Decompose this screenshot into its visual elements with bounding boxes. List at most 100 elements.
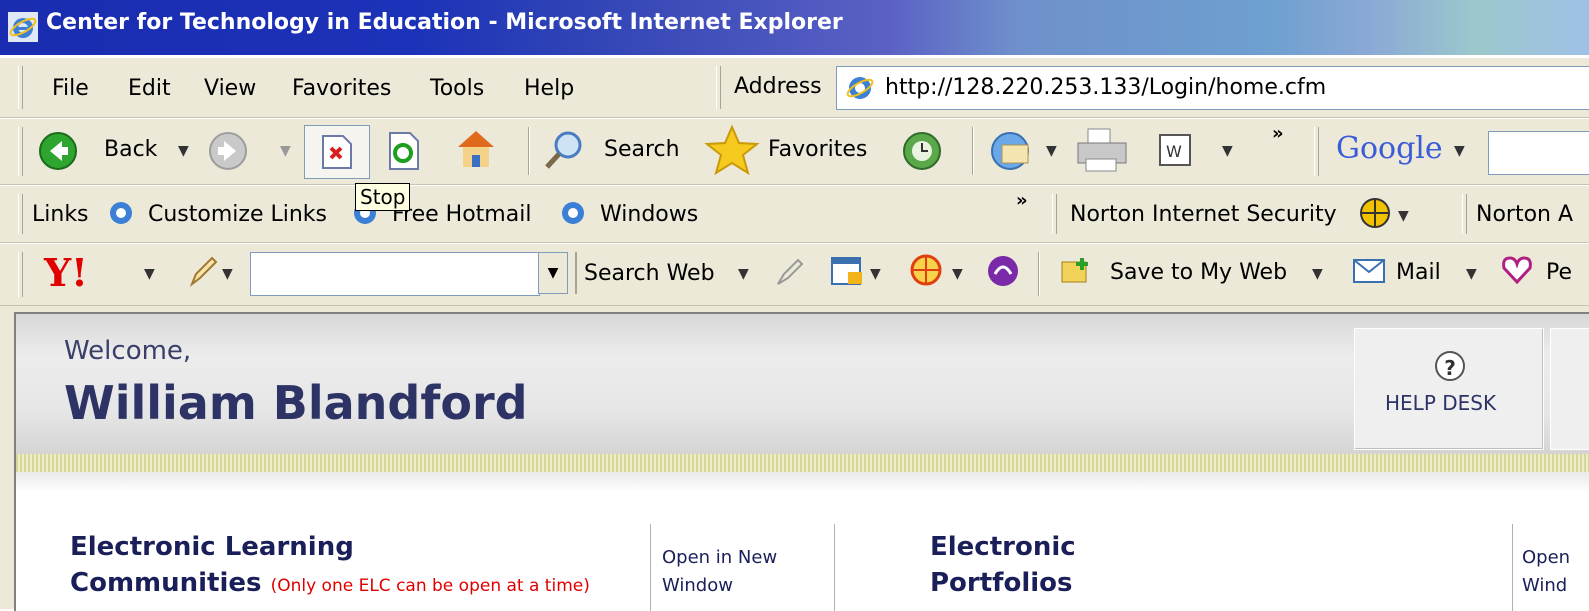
link-customize-links[interactable]: Customize Links — [148, 202, 327, 227]
favorites-button-label[interactable]: Favorites — [768, 137, 867, 162]
banner-stripe — [16, 454, 1589, 472]
google-search-input[interactable] — [1488, 131, 1589, 175]
mail-icon[interactable] — [990, 129, 1036, 173]
headphones-icon[interactable] — [986, 254, 1020, 288]
elc-open-new-window-link[interactable]: Open in New Window — [662, 544, 777, 600]
menu-favorites[interactable]: Favorites — [292, 76, 391, 101]
favorites-star-icon[interactable] — [704, 125, 760, 175]
help-desk-button[interactable]: ? HELP DESK — [1354, 328, 1544, 450]
mail-dropdown-icon[interactable]: ▼ — [1466, 266, 1477, 282]
back-button-label[interactable]: Back — [104, 137, 157, 162]
yahoo-toolbar: Y! ▼ ▼ ▼ Search Web ▼ ▼ ▼ Save to My Web… — [0, 243, 1589, 306]
refresh-icon[interactable] — [386, 131, 420, 171]
norton-globe-icon[interactable] — [1358, 196, 1392, 230]
back-icon[interactable] — [38, 131, 78, 171]
welcome-text: Welcome, — [64, 336, 192, 366]
yahoo-search-history-dropdown[interactable]: ▼ — [538, 252, 568, 294]
norton-dropdown-icon[interactable]: ▼ — [1398, 208, 1409, 224]
forward-icon[interactable] — [208, 131, 248, 171]
menu-help[interactable]: Help — [524, 76, 574, 101]
toolbar-grip[interactable] — [1462, 194, 1467, 234]
edit-dropdown-icon[interactable]: ▼ — [1222, 143, 1233, 159]
home-icon[interactable] — [454, 127, 498, 171]
elc-title-line2: Communities (Only one ELC can be open at… — [70, 568, 590, 598]
pencil-dropdown-icon[interactable]: ▼ — [222, 266, 233, 282]
help-icon: ? — [1435, 351, 1465, 381]
forward-dropdown-icon[interactable]: ▼ — [280, 143, 291, 159]
title-bar[interactable]: Center for Technology in Education - Mic… — [0, 0, 1589, 55]
pencil-icon[interactable] — [188, 254, 218, 288]
stop-button[interactable] — [304, 125, 370, 179]
separator — [972, 127, 974, 175]
open2-line1: Open — [1522, 547, 1571, 568]
toolbar-chevron-icon[interactable]: » — [1272, 123, 1284, 144]
stop-tooltip: Stop — [355, 183, 411, 211]
ie-link-icon — [110, 202, 132, 224]
google-dropdown-icon[interactable]: ▼ — [1454, 143, 1465, 159]
menu-tools[interactable]: Tools — [430, 76, 484, 101]
address-label: Address — [734, 74, 822, 99]
toolbar-grip[interactable] — [18, 252, 23, 297]
popup-blocker-icon[interactable] — [830, 254, 864, 288]
standard-toolbar: Back ▼ ▼ Search Favorites ▼ W ▼ » Google… — [0, 118, 1589, 185]
banner-button-partial[interactable] — [1550, 328, 1589, 450]
norton-security-button[interactable]: Norton Internet Security — [1070, 202, 1337, 227]
toolbar-grip[interactable] — [18, 66, 23, 109]
toolbar-grip[interactable] — [1314, 127, 1319, 176]
page-content: Welcome, William Blandford ? HELP DESK E… — [14, 312, 1589, 611]
save-dropdown-icon[interactable]: ▼ — [1312, 266, 1323, 282]
menu-bar: File Edit View Favorites Tools Help Addr… — [0, 57, 1589, 118]
highlight-icon[interactable] — [774, 256, 806, 288]
link-free-hotmail[interactable]: Free Hotmail — [392, 202, 531, 227]
search-icon[interactable] — [542, 129, 586, 173]
ep-title: Electronic — [930, 532, 1076, 562]
save-to-web-icon[interactable] — [1060, 256, 1092, 286]
separator — [1038, 252, 1040, 296]
print-icon[interactable] — [1072, 127, 1132, 175]
yahoo-logo[interactable]: Y! — [44, 250, 88, 295]
svg-text:W: W — [1166, 142, 1182, 161]
edit-word-icon[interactable]: W — [1158, 133, 1192, 167]
ie-link-icon — [562, 202, 584, 224]
welcome-banner: Welcome, William Blandford ? HELP DESK — [16, 314, 1589, 454]
antispy-dropdown-icon[interactable]: ▼ — [952, 266, 963, 282]
menu-file[interactable]: File — [52, 76, 89, 101]
elc-title-word: Communities — [70, 568, 262, 598]
yahoo-dropdown-icon[interactable]: ▼ — [144, 266, 155, 282]
column-divider — [834, 524, 835, 611]
separator — [528, 127, 530, 175]
mail-button[interactable]: Mail — [1396, 260, 1441, 285]
ep-open-new-window-link[interactable]: Open Wind — [1522, 544, 1570, 600]
links-chevron-icon[interactable]: » — [1016, 190, 1028, 211]
toolbar-grip[interactable] — [18, 127, 23, 176]
google-logo[interactable]: Google — [1336, 131, 1443, 166]
toolbar-grip[interactable] — [1052, 194, 1057, 234]
column-divider — [650, 524, 651, 611]
envelope-icon[interactable] — [1352, 258, 1386, 284]
mail-dropdown-icon[interactable]: ▼ — [1046, 143, 1057, 159]
popup-dropdown-icon[interactable]: ▼ — [870, 266, 881, 282]
toolbar-grip[interactable] — [18, 194, 23, 234]
menu-edit[interactable]: Edit — [128, 76, 171, 101]
toolbar-grip[interactable] — [716, 66, 721, 109]
yahoo-search-input[interactable] — [250, 252, 540, 296]
elc-title: Electronic Learning — [70, 532, 354, 562]
history-icon[interactable] — [898, 129, 944, 173]
antispy-icon[interactable] — [908, 252, 944, 288]
save-to-my-web-button[interactable]: Save to My Web — [1110, 260, 1287, 285]
address-field[interactable]: http://128.220.253.133/Login/home.cfm — [836, 66, 1589, 110]
search-web-button[interactable]: Search Web — [575, 252, 715, 294]
norton-antivirus-button[interactable]: Norton A — [1476, 202, 1573, 227]
window-title: Center for Technology in Education - Mic… — [46, 10, 843, 35]
search-button-label[interactable]: Search — [604, 137, 680, 162]
stop-icon — [322, 135, 352, 169]
personals-heart-icon[interactable] — [1500, 254, 1534, 286]
search-web-dropdown-icon[interactable]: ▼ — [738, 266, 749, 282]
link-windows[interactable]: Windows — [600, 202, 698, 227]
address-url: http://128.220.253.133/Login/home.cfm — [885, 75, 1327, 100]
personals-button[interactable]: Pe — [1546, 260, 1572, 285]
menu-view[interactable]: View — [204, 76, 256, 101]
column-divider — [1512, 524, 1513, 611]
back-dropdown-icon[interactable]: ▼ — [178, 143, 189, 159]
open-new-line2: Window — [662, 575, 733, 596]
